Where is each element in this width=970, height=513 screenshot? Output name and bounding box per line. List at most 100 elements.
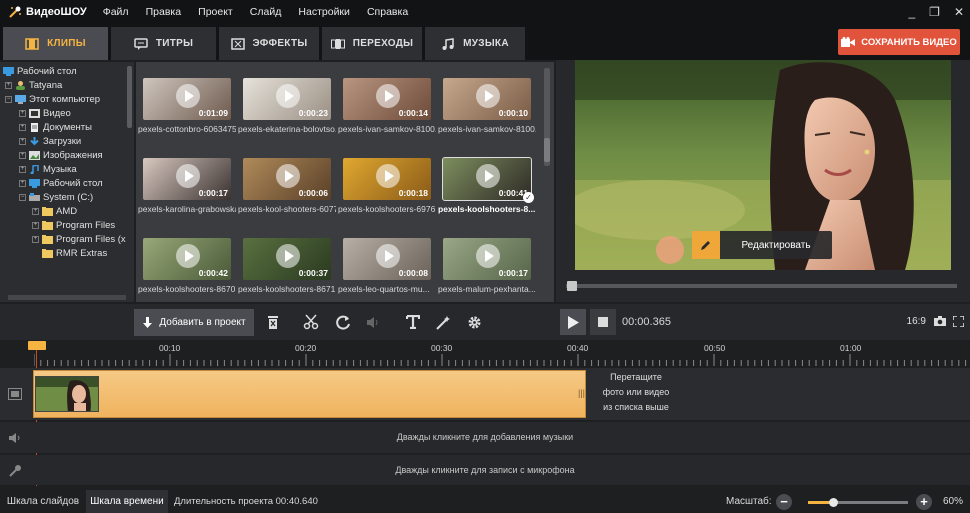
settings-gear-icon[interactable] — [465, 313, 483, 331]
tab-effects[interactable]: ЭФФЕКТЫ — [219, 27, 319, 60]
clips-scrollbar-thumb[interactable] — [544, 138, 550, 162]
playhead-handle[interactable] — [28, 341, 46, 350]
preview-seekbar[interactable] — [566, 284, 957, 288]
tree-item-desktop-2[interactable]: + Рабочий стол — [19, 176, 103, 190]
music-hint: Дважды кликните для добавления музыки — [396, 432, 574, 442]
titles-icon — [134, 37, 148, 50]
expand-icon[interactable]: + — [5, 81, 12, 89]
clip-item[interactable]: 0:00:23 pexels-ekaterina-bolovtso... — [238, 78, 336, 134]
add-to-project-button[interactable]: Добавить в проект — [134, 309, 254, 336]
scissors-icon[interactable] — [302, 313, 320, 331]
minimize-button[interactable]: _ — [908, 5, 915, 19]
magic-wand-icon[interactable] — [434, 313, 452, 331]
collapse-icon[interactable]: − — [5, 95, 12, 103]
zoom-in-button[interactable]: + — [916, 494, 932, 510]
clip-item[interactable]: 0:00:06 pexels-kool-shooters-6077... — [238, 158, 336, 214]
stop-button[interactable] — [590, 309, 616, 335]
tree-item-user[interactable]: + Tatyana — [5, 78, 62, 92]
menu-project[interactable]: Проект — [198, 6, 233, 18]
expand-icon[interactable]: + — [19, 179, 26, 187]
expand-icon[interactable]: + — [19, 123, 26, 131]
tree-label: Загрузки — [43, 135, 82, 147]
tab-music[interactable]: МУЗЫКА — [425, 27, 525, 60]
menu-edit[interactable]: Правка — [146, 6, 181, 18]
edit-button[interactable]: Редактировать — [692, 231, 832, 259]
tree-item-amd[interactable]: + AMD — [32, 204, 77, 218]
music-icon — [442, 37, 454, 50]
clip-item[interactable]: 0:00:41 pexels-koolshooters-8... ✓ — [438, 157, 536, 214]
clip-item[interactable]: 0:00:18 pexels-koolshooters-6976... — [338, 158, 436, 214]
clip-item[interactable]: 0:00:08 pexels-leo-quartos-mu... — [338, 238, 436, 294]
tree-label: Рабочий стол — [43, 177, 103, 189]
menu-help[interactable]: Справка — [367, 6, 408, 18]
microphone-track[interactable]: Дважды кликните для записи с микрофона — [0, 455, 970, 485]
slides-scale-tab[interactable]: Шкала слайдов — [0, 490, 86, 513]
play-circle-icon — [176, 84, 200, 108]
tree-horizontal-scrollbar[interactable] — [8, 295, 126, 300]
expand-icon[interactable]: + — [19, 109, 26, 117]
tree-label: Program Files (x — [56, 233, 126, 245]
clip-item[interactable]: 0:00:14 pexels-ivan-samkov-8100... — [338, 78, 436, 134]
expand-icon[interactable]: + — [19, 137, 26, 145]
clip-item[interactable]: 0:00:17 pexels-malum-pexhanta... — [438, 238, 536, 294]
expand-icon[interactable]: + — [32, 207, 39, 215]
clip-resize-handle[interactable]: ||| — [578, 388, 585, 398]
volume-icon[interactable] — [364, 313, 382, 331]
clip-item[interactable]: 0:01:09 pexels-cottonbro-6063475... — [138, 78, 236, 134]
expand-icon[interactable]: + — [19, 151, 26, 159]
tree-item-computer[interactable]: − Этот компьютер — [5, 92, 100, 106]
expand-icon[interactable]: + — [19, 165, 26, 173]
timeline-scale-tab[interactable]: Шкала времени — [86, 490, 168, 513]
restore-button[interactable]: ❐ — [929, 5, 940, 19]
menu-slide[interactable]: Слайд — [250, 6, 282, 18]
project-duration: Длительность проекта 00:40.640 — [174, 496, 318, 507]
tab-label: ПЕРЕХОДЫ — [352, 38, 414, 49]
tree-item-video[interactable]: + Видео — [19, 106, 71, 120]
music-track[interactable]: Дважды кликните для добавления музыки — [0, 422, 970, 453]
play-circle-icon — [376, 244, 400, 268]
tree-item-program-files[interactable]: + Program Files — [32, 218, 115, 232]
clip-item[interactable]: 0:00:37 pexels-koolshooters-8671... — [238, 238, 336, 294]
tab-titles[interactable]: ТИТРЫ — [111, 27, 216, 60]
tree-item-drive-c[interactable]: − System (C:) — [19, 190, 93, 204]
fullscreen-icon[interactable] — [952, 315, 965, 330]
zoom-slider-knob[interactable] — [829, 498, 838, 507]
delete-icon[interactable] — [264, 313, 282, 331]
tab-transitions[interactable]: ПЕРЕХОДЫ — [322, 27, 422, 60]
stop-icon — [598, 317, 608, 327]
zoom-out-button[interactable]: − — [776, 494, 792, 510]
expand-icon[interactable]: + — [32, 235, 39, 243]
timeline-ruler[interactable]: 00:10 00:20 00:30 00:40 00:50 01:00 — [0, 340, 970, 368]
timeline-clip[interactable] — [33, 370, 586, 418]
checkmark-icon: ✓ — [523, 192, 534, 203]
clip-item[interactable]: 0:00:42 pexels-koolshooters-8670... — [138, 238, 236, 294]
video-preview[interactable]: Редактировать — [575, 60, 951, 270]
tree-item-program-files-x86[interactable]: + Program Files (x — [32, 232, 126, 246]
expand-icon[interactable]: + — [32, 221, 39, 229]
tab-clips[interactable]: КЛИПЫ — [3, 27, 108, 60]
collapse-icon[interactable]: − — [19, 193, 26, 201]
tree-item-desktop[interactable]: Рабочий стол — [3, 64, 77, 78]
aspect-ratio-selector[interactable]: 16:9 — [907, 316, 926, 327]
tree-scrollbar[interactable] — [127, 66, 132, 128]
tree-item-music[interactable]: + Музыка — [19, 162, 77, 176]
clip-item[interactable]: 0:00:10 pexels-ivan-samkov-8100... — [438, 78, 536, 134]
play-circle-icon — [276, 164, 300, 188]
seekbar-handle[interactable] — [567, 281, 577, 291]
tree-item-images[interactable]: + Изображения — [19, 148, 103, 162]
snapshot-camera-icon[interactable] — [934, 316, 946, 329]
tree-item-downloads[interactable]: + Загрузки — [19, 134, 81, 148]
ruler-label: 00:30 — [431, 343, 453, 353]
tree-item-rmr-extras[interactable]: RMR Extras — [32, 246, 107, 260]
tree-item-documents[interactable]: + Документы — [19, 120, 92, 134]
ruler-label: 00:10 — [159, 343, 181, 353]
close-button[interactable]: ✕ — [954, 5, 964, 19]
menu-settings[interactable]: Настройки — [298, 6, 350, 18]
rotate-icon[interactable] — [334, 313, 352, 331]
tab-label: МУЗЫКА — [463, 38, 509, 49]
clip-item[interactable]: 0:00:17 pexels-karolina-grabowska... — [138, 158, 236, 214]
save-video-button[interactable]: СОХРАНИТЬ ВИДЕО — [838, 29, 960, 55]
play-button[interactable] — [560, 309, 586, 335]
menu-file[interactable]: Файл — [103, 6, 129, 18]
text-icon[interactable] — [404, 313, 422, 331]
